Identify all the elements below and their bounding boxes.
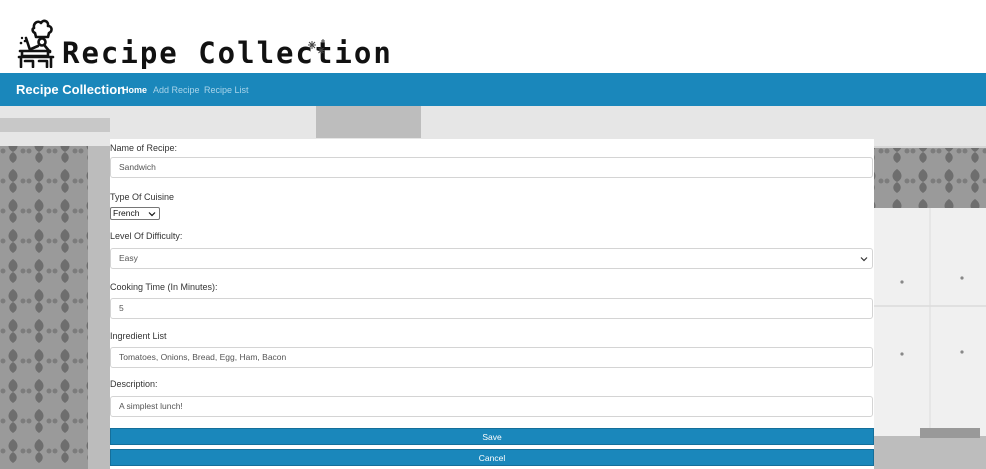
recipe-name-input[interactable]: Sandwich — [110, 157, 873, 178]
logo-title: Recipe Collection — [62, 36, 393, 70]
cancel-button[interactable]: Cancel — [110, 449, 874, 466]
difficulty-label: Level Of Difficulty: — [110, 231, 183, 241]
chef-stirring-pot-icon — [17, 19, 55, 68]
navbar: Recipe Collection Home Add Recipe Recipe… — [0, 73, 986, 106]
nav-link-add-recipe[interactable]: Add Recipe — [153, 85, 200, 95]
chevron-down-icon — [148, 211, 156, 216]
sparkle-icon — [308, 39, 325, 54]
name-label: Name of Recipe: — [110, 143, 178, 153]
cooking-time-label: Cooking Time (In Minutes): — [110, 282, 218, 292]
nav-link-home[interactable]: Home — [122, 85, 147, 95]
ingredients-label: Ingredient List — [110, 331, 167, 341]
ingredients-input[interactable]: Tomatoes, Onions, Bread, Egg, Ham, Bacon — [110, 347, 873, 368]
description-input[interactable]: A simplest lunch! — [110, 396, 873, 417]
save-button[interactable]: Save — [110, 428, 874, 445]
difficulty-select[interactable]: Easy — [110, 248, 873, 269]
difficulty-select-value: Easy — [119, 253, 138, 263]
nav-link-recipe-list[interactable]: Recipe List — [204, 85, 249, 95]
cooking-time-input[interactable]: 5 — [110, 298, 873, 319]
chevron-down-icon — [860, 256, 868, 261]
navbar-brand[interactable]: Recipe Collection — [16, 82, 125, 97]
recipe-form: Name of Recipe: Sandwich Type Of Cuisine… — [110, 139, 874, 469]
cuisine-select-value: French — [113, 208, 140, 218]
logo-header: Recipe Collection — [0, 0, 986, 73]
description-label: Description: — [110, 379, 158, 389]
cuisine-select[interactable]: French — [110, 207, 160, 220]
cuisine-label: Type Of Cuisine — [110, 192, 175, 202]
